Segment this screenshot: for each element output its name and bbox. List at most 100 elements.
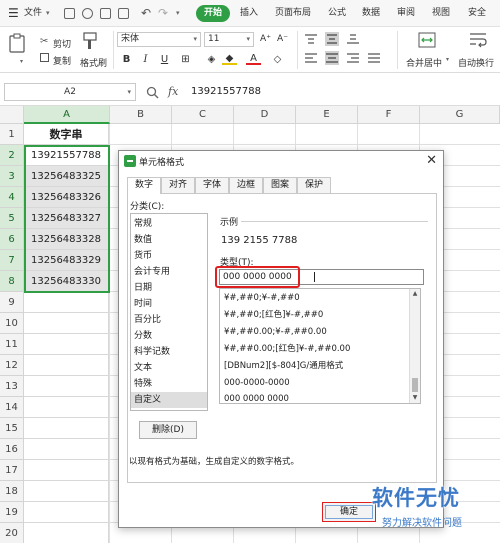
file-menu[interactable]: 文件	[24, 0, 42, 27]
cell-a3[interactable]: 13256483325	[24, 166, 109, 187]
list-item[interactable]: ¥#,##0.00;[红色]¥-#,##0.00	[220, 341, 408, 357]
font-color-button[interactable]: A	[246, 52, 261, 65]
row-header[interactable]: 4	[0, 187, 24, 208]
list-item[interactable]: 科学记数	[131, 344, 207, 360]
dialog-titlebar[interactable]: 单元格格式 ✕	[119, 151, 443, 171]
cell-a1[interactable]: 数字串	[24, 124, 109, 145]
row-header[interactable]: 6	[0, 229, 24, 250]
list-item[interactable]: 日期	[131, 280, 207, 296]
column-header-b[interactable]: B	[110, 106, 172, 124]
column-header-a[interactable]: A	[24, 106, 110, 124]
row-header[interactable]: 3	[0, 166, 24, 187]
type-input[interactable]: 000 0000 0000	[219, 269, 424, 285]
align-center-icon[interactable]	[325, 51, 339, 65]
copy-icon[interactable]	[40, 53, 49, 62]
row-header[interactable]: 20	[0, 523, 24, 543]
align-bottom-icon[interactable]	[347, 34, 359, 45]
list-item[interactable]: 货币	[131, 248, 207, 264]
wrap-text-button[interactable]: 自动换行	[458, 56, 494, 69]
scroll-down-icon[interactable]: ▼	[410, 393, 420, 403]
formula-input[interactable]: 13921557788	[185, 83, 496, 101]
paste-icon[interactable]	[8, 33, 26, 53]
redo-icon[interactable]: ↷	[158, 0, 168, 27]
list-item[interactable]: 000 0000 0000	[220, 391, 408, 403]
format-list[interactable]: ¥#,##0;¥-#,##0 ¥#,##0;[红色]¥-#,##0 ¥#,##0…	[219, 288, 421, 404]
tab-formulas[interactable]: 公式	[328, 0, 346, 27]
name-box[interactable]: A2 ▾	[4, 83, 136, 101]
row-header[interactable]: 13	[0, 376, 24, 397]
cell-a9[interactable]	[24, 292, 109, 313]
cell-a19[interactable]	[24, 502, 109, 523]
justify-icon[interactable]	[368, 53, 380, 64]
list-item[interactable]: [DBNum2][$-804]G/通用格式	[220, 358, 408, 374]
undo-icon[interactable]: ↶	[141, 0, 151, 27]
row-header[interactable]: 10	[0, 313, 24, 334]
row-header[interactable]: 15	[0, 418, 24, 439]
list-item[interactable]: 特殊	[131, 376, 207, 392]
function-icon[interactable]: fx	[168, 85, 178, 98]
tab-insert[interactable]: 插入	[240, 0, 258, 27]
format-list-scrollbar[interactable]: ▲ ▼	[409, 289, 420, 403]
list-item-selected[interactable]: 自定义	[131, 392, 207, 408]
print-preview-icon[interactable]	[118, 8, 129, 19]
cell-a10[interactable]	[24, 313, 109, 334]
export-icon[interactable]	[82, 8, 93, 19]
cell-a16[interactable]	[24, 439, 109, 460]
merge-center-button[interactable]: 合并居中	[406, 56, 442, 69]
tab-page-layout[interactable]: 页面布局	[275, 0, 311, 27]
font-name-select[interactable]: 宋体 ▾	[117, 32, 201, 47]
align-middle-icon[interactable]	[325, 32, 339, 46]
row-header[interactable]: 18	[0, 481, 24, 502]
column-header-e[interactable]: E	[296, 106, 358, 124]
row-header[interactable]: 1	[0, 124, 24, 145]
file-menu-chevron-icon[interactable]: ▾	[46, 0, 50, 27]
cell-a17[interactable]	[24, 460, 109, 481]
tab-border[interactable]: 边框	[229, 177, 263, 193]
tab-font[interactable]: 字体	[195, 177, 229, 193]
column-header-c[interactable]: C	[172, 106, 234, 124]
cell-a20[interactable]	[24, 523, 109, 543]
column-header-g[interactable]: G	[420, 106, 500, 124]
merge-chevron-icon[interactable]: ▾	[446, 56, 449, 63]
tab-review[interactable]: 审阅	[397, 0, 415, 27]
italic-button[interactable]: I	[138, 52, 153, 67]
row-header[interactable]: 8	[0, 271, 24, 292]
format-painter-icon[interactable]	[82, 32, 98, 50]
cell-a4[interactable]: 13256483326	[24, 187, 109, 208]
list-item[interactable]: 000-0000-0000	[220, 375, 408, 391]
scroll-up-icon[interactable]: ▲	[410, 289, 420, 299]
category-list[interactable]: 常规 数值 货币 会计专用 日期 时间 百分比 分数 科学记数 文本 特殊 自定…	[130, 213, 208, 411]
tab-pattern[interactable]: 图案	[263, 177, 297, 193]
row-header[interactable]: 19	[0, 502, 24, 523]
cell-a7[interactable]: 13256483329	[24, 250, 109, 271]
print-icon[interactable]	[100, 8, 111, 19]
column-header-d[interactable]: D	[234, 106, 296, 124]
row-header[interactable]: 11	[0, 334, 24, 355]
underline-button[interactable]: U	[157, 52, 172, 67]
row-header[interactable]: 5	[0, 208, 24, 229]
cell-a12[interactable]	[24, 355, 109, 376]
wrap-text-icon[interactable]	[469, 32, 487, 48]
list-item[interactable]: 常规	[131, 216, 207, 232]
align-top-icon[interactable]	[305, 34, 317, 45]
list-item[interactable]: ¥#,##0;¥-#,##0	[220, 290, 408, 306]
tab-security[interactable]: 安全	[468, 0, 486, 27]
tab-protection[interactable]: 保护	[297, 177, 331, 193]
zoom-icon[interactable]	[146, 86, 159, 99]
select-all-corner[interactable]	[0, 106, 24, 124]
fill-color-icon[interactable]: ◈	[204, 52, 219, 67]
align-left-icon[interactable]	[305, 53, 317, 64]
increase-font-icon[interactable]: A⁺	[258, 32, 273, 47]
cell-a13[interactable]	[24, 376, 109, 397]
row-header[interactable]: 9	[0, 292, 24, 313]
list-item[interactable]: 分数	[131, 328, 207, 344]
list-item[interactable]: ¥#,##0;[红色]¥-#,##0	[220, 307, 408, 323]
row-header[interactable]: 14	[0, 397, 24, 418]
cut-icon[interactable]: ✂	[40, 36, 48, 47]
cell-a6[interactable]: 13256483328	[24, 229, 109, 250]
highlight-icon[interactable]: ◆	[222, 52, 237, 65]
list-item[interactable]: 百分比	[131, 312, 207, 328]
cell-a2[interactable]: 13921557788	[24, 145, 109, 166]
cell-a5[interactable]: 13256483327	[24, 208, 109, 229]
cell-a11[interactable]	[24, 334, 109, 355]
